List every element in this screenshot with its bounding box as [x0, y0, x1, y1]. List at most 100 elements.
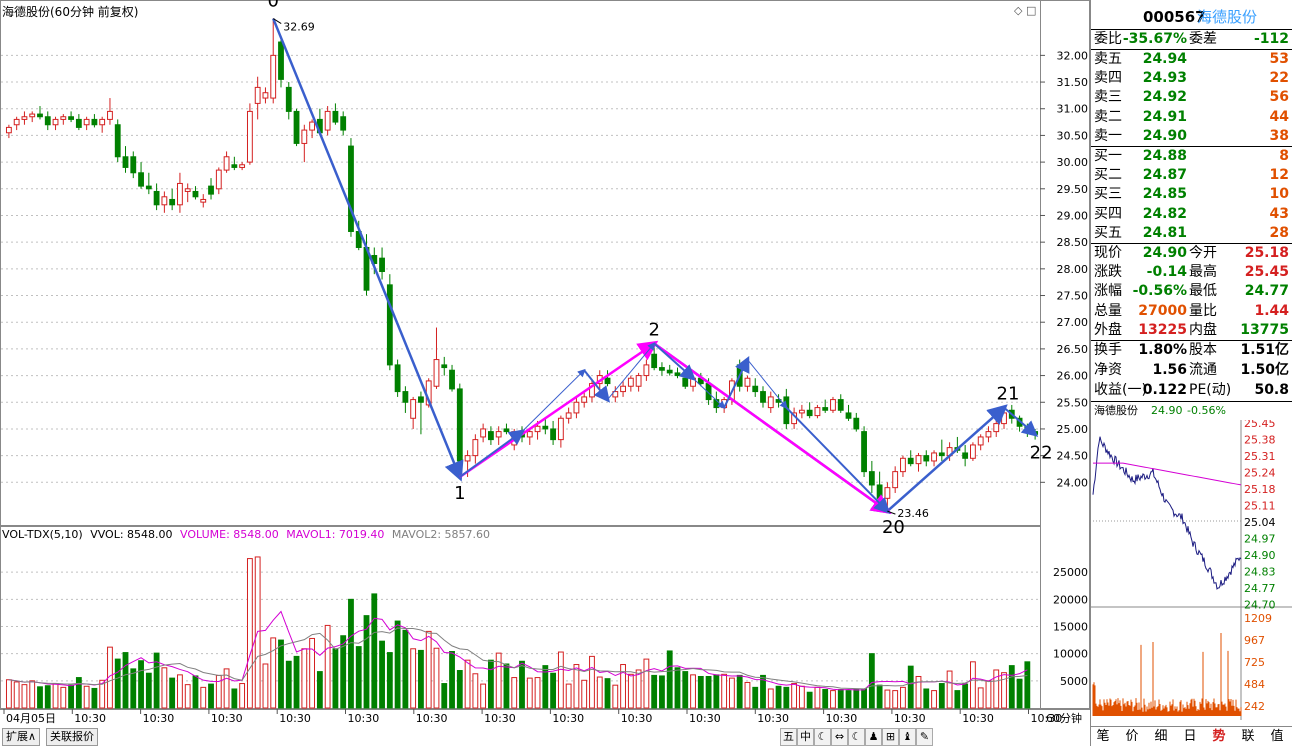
volume-bar	[1001, 672, 1007, 709]
candle-body	[309, 121, 316, 131]
panel-tab[interactable]: 日	[1178, 727, 1202, 747]
mini-vol-tick: 242	[1244, 700, 1265, 713]
volume-bar	[394, 620, 401, 709]
expand-button[interactable]: 扩展∧	[2, 728, 41, 746]
volume-tick-label: 15000	[1053, 621, 1088, 634]
row-value-2: 1.50亿	[1240, 362, 1289, 378]
row-label-2: 内盘	[1189, 321, 1217, 338]
candle-body	[107, 110, 113, 120]
panel-tab[interactable]: 值	[1265, 727, 1289, 747]
volume-bar	[690, 674, 696, 709]
related-quote-button[interactable]: 关联报价	[46, 728, 98, 746]
time-label: 10:30	[143, 712, 175, 725]
volume-bar	[550, 672, 557, 709]
sub-wave-arrow	[583, 369, 611, 403]
chart-title: 海德股份(60分钟 前复权)	[2, 5, 139, 19]
volume-bar	[200, 686, 207, 709]
candle-body	[52, 118, 59, 126]
candle-body	[379, 257, 385, 273]
kline-chart[interactable]: 32.00 31.50 31.00 30.50 30.00 29.50 29.00 28.50…	[0, 0, 1090, 726]
pivot-label: 1	[454, 483, 465, 504]
candle-body	[153, 190, 160, 206]
mini-change: -0.56%	[1187, 404, 1226, 417]
candle-body	[145, 185, 152, 190]
volume-bar	[332, 648, 339, 709]
volume-bar	[861, 688, 867, 709]
candle-body	[215, 169, 222, 190]
volume-bar	[674, 667, 681, 709]
candle-body	[75, 118, 82, 128]
candle-body	[138, 172, 144, 187]
toolbar-icon[interactable]: 五	[780, 728, 797, 746]
ask-row: 卖二 24.91 44	[1091, 108, 1292, 127]
candle-body	[402, 391, 409, 403]
toolbar-icon[interactable]: ✎	[916, 728, 933, 746]
candle-body	[472, 439, 479, 457]
toolbar-icon[interactable]: ☾	[814, 728, 831, 746]
panel-tab[interactable]: 联	[1236, 727, 1260, 747]
volume-bar	[604, 678, 611, 709]
row-value: -0.56%	[1132, 283, 1187, 300]
toolbar-icon[interactable]: ☾	[848, 728, 865, 746]
volume-bar	[977, 687, 984, 709]
volume-bar	[938, 683, 945, 709]
candle-body	[900, 457, 906, 473]
price-tick-label: 27.00	[1057, 316, 1089, 329]
candle-body	[830, 399, 836, 411]
toolbar-icon[interactable]: ♟	[865, 728, 882, 746]
candle-body	[418, 396, 424, 403]
candle-body	[394, 364, 401, 393]
mini-name: 海德股份	[1094, 404, 1138, 417]
row-value: 1.56	[1152, 362, 1187, 378]
row-label: 买三	[1094, 186, 1122, 203]
wei-bi-row: 委比 -35.67% 委差 -112	[1091, 30, 1292, 49]
row-label: 卖五	[1094, 51, 1122, 67]
stock-name: 海德股份	[1197, 8, 1258, 26]
candle-body	[557, 417, 564, 441]
volume-bar	[721, 673, 728, 709]
panel-tab[interactable]: 细	[1149, 727, 1173, 747]
volume-bar	[293, 655, 300, 709]
intraday-mini-chart[interactable]: 25.45 25.38 25.31 25.24 25.18 25.11 25.04 24.97…	[1091, 420, 1292, 720]
toolbar-icon[interactable]: ⇔	[831, 728, 848, 746]
toolbar-icon[interactable]: ♝	[899, 728, 916, 746]
mini-avg-line	[1093, 462, 1242, 486]
candle-body	[868, 471, 875, 486]
volume-bar	[806, 691, 813, 709]
period-label: 60分钟	[1046, 711, 1082, 725]
pivot-label: 2	[648, 320, 659, 341]
volume-bar	[278, 639, 284, 709]
volume-bar	[270, 637, 277, 709]
volume-bar	[21, 684, 28, 709]
volume-bar	[581, 679, 588, 709]
sub-wave-arrow	[785, 406, 891, 514]
volume-bar	[519, 660, 525, 709]
row-value: 24.91	[1142, 108, 1187, 125]
mini-vol-tick: 1209	[1244, 612, 1272, 625]
volume-bar	[682, 671, 689, 709]
toolbar-icon[interactable]: 中	[797, 728, 814, 746]
volume-bar	[511, 677, 518, 709]
vol-legend-vvol: VVOL: 8548.00	[90, 528, 173, 541]
extreme-label: 32.69	[283, 21, 315, 34]
bid-row: 买一 24.88 8	[1091, 147, 1292, 166]
volume-bar	[456, 670, 463, 709]
time-label: 10:30	[279, 712, 311, 725]
volume-bar	[534, 677, 541, 709]
time-label: 10:30	[757, 712, 789, 725]
chart-area[interactable]: 32.00 31.50 31.00 30.50 30.00 29.50 29.00 28.50…	[0, 0, 1090, 746]
panel-tab[interactable]: 势	[1207, 727, 1231, 747]
candle-body	[169, 198, 176, 206]
price-tick-label: 24.50	[1057, 450, 1089, 463]
candle-body	[270, 54, 277, 99]
volume-bar	[993, 669, 1000, 709]
panel-tab[interactable]: 笔	[1091, 727, 1115, 747]
row-label-2: 量比	[1189, 302, 1217, 319]
panel-tab[interactable]: 价	[1120, 727, 1144, 747]
toolbar-icon[interactable]: ⊞	[882, 728, 899, 746]
price-tick-label: 30.00	[1057, 156, 1089, 169]
row-label: 现价	[1094, 245, 1122, 261]
volume-bar	[783, 686, 790, 709]
volume-bar	[612, 684, 619, 709]
row-value-2: 25.45	[1244, 264, 1289, 281]
